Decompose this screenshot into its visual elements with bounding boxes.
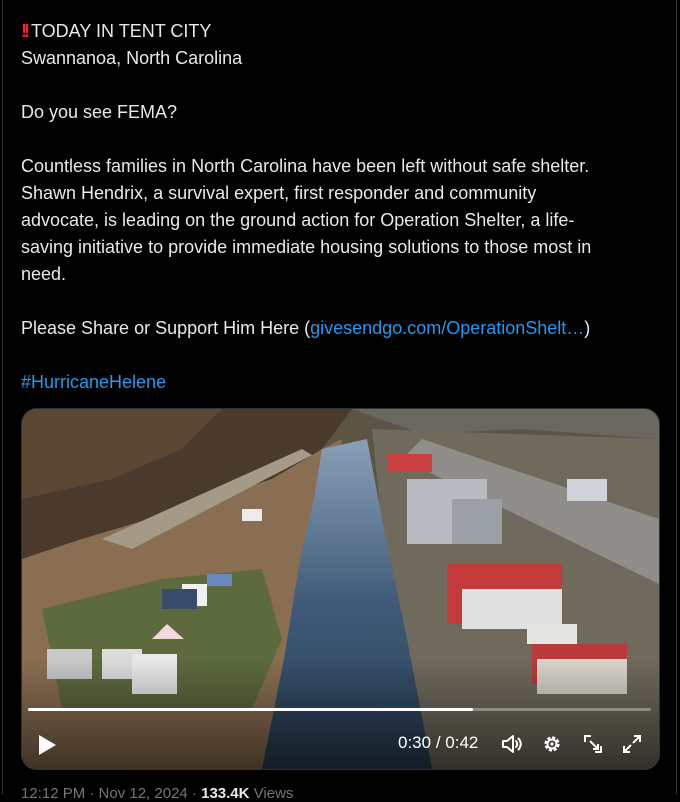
tweet-cta: Please Share or Support Him Here (givese…: [21, 315, 661, 342]
video-player[interactable]: 0:30 / 0:42: [21, 408, 660, 770]
tweet-title: TODAY IN TENT CITY: [31, 21, 212, 41]
video-current-time: 0:30: [398, 733, 432, 752]
tweet-body-line: need.: [21, 264, 67, 284]
tweet-location: Swannanoa, North Carolina: [21, 48, 243, 68]
video-progress-bar[interactable]: [28, 708, 651, 711]
cta-prefix: Please Share or Support Him Here (: [21, 318, 311, 338]
video-controls: 0:30 / 0:42: [22, 719, 659, 769]
video-progress-fill: [28, 708, 474, 711]
tweet-question: Do you see FEMA?: [21, 102, 178, 122]
tweet-title-line: !! TODAY IN TENT CITY: [21, 18, 661, 45]
hashtag-link[interactable]: #HurricaneHelene: [21, 369, 661, 396]
tweet-body-line: Shawn Hendrix, a survival expert, first …: [21, 183, 537, 203]
double-exclamation-icon: !!: [21, 21, 30, 41]
video-frame-aerial-flood-scene: [22, 409, 659, 769]
video-time-separator: /: [431, 733, 446, 752]
volume-icon[interactable]: [500, 732, 524, 756]
fullscreen-icon[interactable]: [620, 732, 644, 756]
tweet-body-line: saving initiative to provide immediate h…: [21, 237, 592, 257]
settings-gear-icon[interactable]: [540, 732, 564, 756]
tweet-body-line: advocate, is leading on the ground actio…: [21, 210, 575, 230]
exit-picture-icon[interactable]: [581, 732, 605, 756]
tweet-text: !! TODAY IN TENT CITY Swannanoa, North Ca…: [21, 18, 661, 396]
timeline-border-right: [676, 0, 677, 794]
video-time-display: 0:30 / 0:42: [398, 733, 478, 753]
tweet-body-line: Countless families in North Carolina hav…: [21, 156, 590, 176]
video-duration: 0:42: [445, 733, 479, 752]
fundraiser-link[interactable]: givesendgo.com/OperationShelt…: [310, 318, 584, 338]
play-icon[interactable]: [37, 734, 57, 756]
cta-suffix: ): [584, 318, 591, 338]
timeline-border-left: [2, 0, 3, 794]
